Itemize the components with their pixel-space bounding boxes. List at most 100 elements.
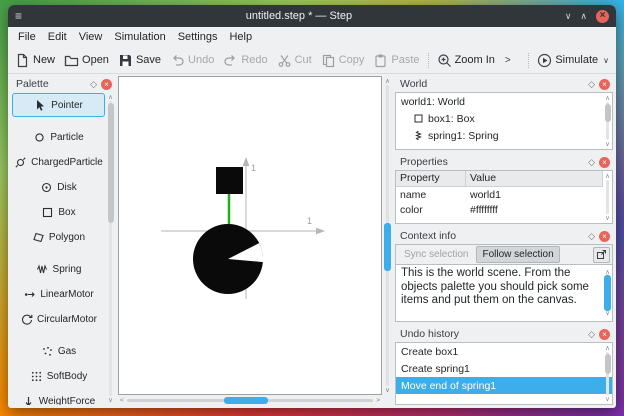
palette-item-circularmotor[interactable]: CircularMotor bbox=[12, 307, 105, 331]
close-button[interactable]: × bbox=[596, 9, 609, 23]
palette-item-linearmotor[interactable]: LinearMotor bbox=[12, 282, 105, 306]
panel-float-icon[interactable]: ◇ bbox=[588, 157, 595, 168]
palette-item-weightforce[interactable]: WeightForce bbox=[12, 389, 105, 405]
panel-float-icon[interactable]: ◇ bbox=[588, 329, 595, 340]
panel-close-icon[interactable]: × bbox=[599, 156, 610, 168]
new-button[interactable]: New bbox=[11, 50, 59, 71]
scroll-down-icon[interactable]: ∨ bbox=[385, 386, 390, 394]
scroll-right-icon[interactable]: > bbox=[376, 397, 380, 404]
app-menu-icon[interactable]: ≡ bbox=[15, 9, 33, 23]
box1-object[interactable] bbox=[216, 167, 243, 194]
scrollbar-thumb[interactable] bbox=[604, 275, 611, 311]
polygon-icon bbox=[33, 232, 44, 242]
context-info-text[interactable]: This is the world scene. From the object… bbox=[395, 264, 613, 322]
scroll-up-icon[interactable]: ∧ bbox=[108, 93, 113, 101]
follow-selection-button[interactable]: Follow selection bbox=[476, 246, 560, 263]
open-folder-icon bbox=[64, 55, 79, 66]
undo-item-create-box1[interactable]: Create box1 bbox=[396, 343, 612, 360]
minimize-button[interactable]: ∨ bbox=[565, 10, 572, 23]
palette-item-chargedparticle[interactable]: ChargedParticle bbox=[12, 150, 105, 174]
panel-float-icon[interactable]: ◇ bbox=[90, 79, 97, 90]
menu-settings[interactable]: Settings bbox=[172, 29, 224, 45]
box-icon bbox=[43, 207, 53, 217]
property-row-color[interactable]: color #ffffffff bbox=[396, 202, 603, 217]
world-scrollbar[interactable]: ∧ ∨ bbox=[603, 93, 612, 149]
disk1-object[interactable] bbox=[193, 224, 264, 294]
scrollbar-thumb[interactable] bbox=[108, 103, 114, 223]
world-canvas-area: 1 1 ∧ ∨ < > bbox=[118, 76, 392, 405]
paste-button: Paste bbox=[369, 50, 423, 71]
redo-button: Redo bbox=[219, 50, 271, 71]
menu-simulation[interactable]: Simulation bbox=[108, 29, 171, 45]
scroll-up-icon[interactable]: ∧ bbox=[385, 77, 390, 85]
undo-scrollbar[interactable]: ∧ ∨ bbox=[603, 343, 612, 404]
undo-icon bbox=[173, 54, 184, 66]
scroll-up-icon[interactable]: ∧ bbox=[605, 172, 610, 180]
menu-help[interactable]: Help bbox=[223, 29, 258, 45]
menu-view[interactable]: View bbox=[73, 29, 109, 45]
palette-item-gas[interactable]: Gas bbox=[12, 339, 105, 363]
scrollbar-thumb[interactable] bbox=[605, 104, 611, 122]
scroll-down-icon[interactable]: ∨ bbox=[605, 140, 610, 148]
panel-close-icon[interactable]: × bbox=[599, 230, 610, 242]
panel-float-icon[interactable]: ◇ bbox=[588, 79, 595, 90]
simulate-play-icon bbox=[538, 53, 552, 67]
toolbar-overflow-button[interactable]: > bbox=[500, 52, 516, 69]
palette-item-disk[interactable]: Disk bbox=[12, 175, 105, 199]
weight-force-icon bbox=[25, 396, 32, 405]
spring-icon bbox=[36, 263, 47, 273]
scroll-down-icon[interactable]: ∨ bbox=[605, 395, 610, 403]
titlebar[interactable]: ≡ untitled.step * — Step ∨ ∧ × bbox=[8, 5, 616, 27]
spring-icon bbox=[415, 130, 422, 141]
scroll-left-icon[interactable]: < bbox=[120, 397, 124, 404]
palette-item-box[interactable]: Box bbox=[12, 200, 105, 224]
tree-item-spring1[interactable]: spring1: Spring bbox=[396, 127, 612, 144]
main-toolbar: New Open Save Undo Redo Cut Copy Paste Z… bbox=[8, 47, 616, 74]
world-scene-canvas[interactable]: 1 1 bbox=[118, 76, 382, 395]
simulate-button[interactable]: Simulate ∨ bbox=[533, 50, 613, 71]
palette-item-particle[interactable]: Particle bbox=[12, 125, 105, 149]
properties-scrollbar[interactable]: ∧ ∨ bbox=[603, 171, 612, 223]
palette-item-softbody[interactable]: SoftBody bbox=[12, 364, 105, 388]
canvas-horizontal-scrollbar[interactable]: < > bbox=[118, 396, 382, 405]
menu-file[interactable]: File bbox=[12, 29, 42, 45]
scrollbar-thumb[interactable] bbox=[223, 397, 269, 404]
panel-float-icon[interactable]: ◇ bbox=[588, 231, 595, 242]
properties-panel-title: Properties bbox=[400, 156, 448, 168]
scroll-down-icon[interactable]: ∨ bbox=[108, 396, 113, 404]
scroll-up-icon[interactable]: ∧ bbox=[605, 344, 610, 352]
scrollbar-thumb[interactable] bbox=[605, 354, 611, 374]
context-scrollbar[interactable]: ∧ ∨ bbox=[603, 265, 612, 321]
zoom-in-button[interactable]: Zoom In bbox=[433, 50, 499, 71]
open-in-browser-button[interactable] bbox=[593, 246, 610, 263]
scroll-down-icon[interactable]: ∨ bbox=[605, 214, 610, 222]
palette-item-polygon[interactable]: Polygon bbox=[12, 225, 105, 249]
canvas-vertical-scrollbar[interactable]: ∧ ∨ bbox=[383, 76, 392, 395]
palette-item-spring[interactable]: Spring bbox=[12, 257, 105, 281]
menu-edit[interactable]: Edit bbox=[42, 29, 73, 45]
palette-scrollbar[interactable]: ∧ ∨ bbox=[106, 92, 115, 405]
external-link-icon bbox=[597, 250, 606, 259]
undo-item-move-end-of-spring1[interactable]: Move end of spring1 bbox=[396, 377, 612, 394]
property-row-name[interactable]: name world1 bbox=[396, 187, 603, 202]
open-button[interactable]: Open bbox=[60, 50, 113, 71]
column-header-value[interactable]: Value bbox=[466, 171, 603, 186]
palette-item-pointer[interactable]: Pointer bbox=[12, 93, 105, 117]
column-header-property[interactable]: Property bbox=[396, 171, 466, 186]
scroll-up-icon[interactable]: ∧ bbox=[605, 94, 610, 102]
context-info-title: Context info bbox=[400, 230, 457, 242]
panel-close-icon[interactable]: × bbox=[599, 78, 610, 90]
panel-close-icon[interactable]: × bbox=[101, 78, 112, 90]
panel-close-icon[interactable]: × bbox=[599, 328, 610, 340]
save-button[interactable]: Save bbox=[114, 50, 165, 71]
simulate-dropdown-icon[interactable]: ∨ bbox=[603, 56, 609, 65]
tree-item-world1[interactable]: world1: World bbox=[396, 93, 612, 110]
undo-item-create-spring1[interactable]: Create spring1 bbox=[396, 360, 612, 377]
tree-item-box1[interactable]: box1: Box bbox=[396, 110, 612, 127]
scrollbar-thumb[interactable] bbox=[384, 222, 391, 271]
maximize-button[interactable]: ∧ bbox=[580, 10, 587, 23]
undo-button: Undo bbox=[166, 50, 218, 71]
menubar: File Edit View Simulation Settings Help bbox=[8, 27, 616, 47]
disk-icon bbox=[42, 182, 52, 192]
cut-button: Cut bbox=[273, 50, 316, 71]
